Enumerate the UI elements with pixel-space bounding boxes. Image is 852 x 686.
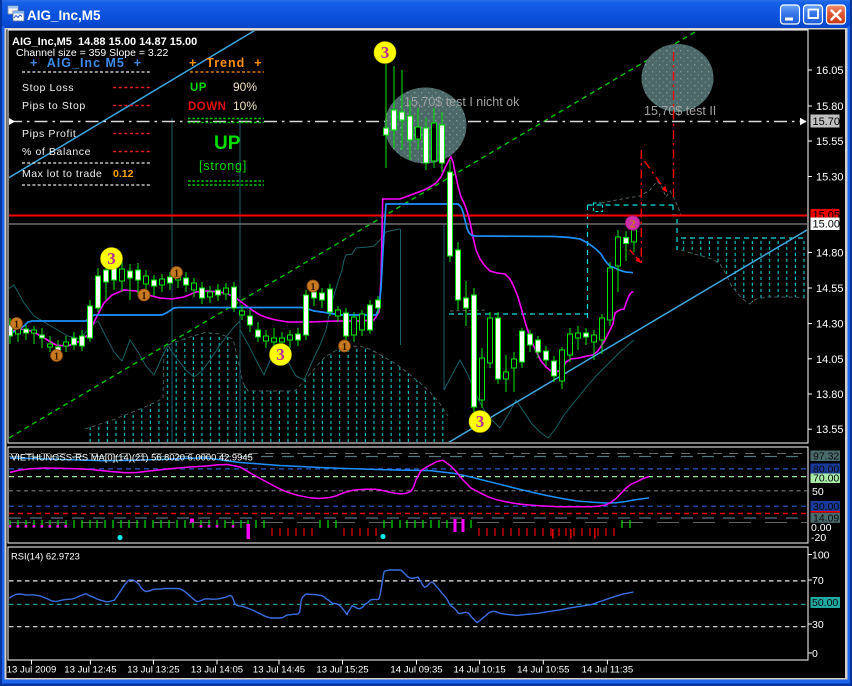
svg-text:1: 1: [342, 342, 347, 353]
svg-text:15,70$ test I nicht ok: 15,70$ test I nicht ok: [404, 95, 520, 109]
svg-text:50: 50: [812, 486, 824, 498]
svg-text:0.12: 0.12: [113, 168, 134, 180]
svg-text:14.80: 14.80: [816, 247, 844, 259]
svg-text:13 Jul 15:25: 13 Jul 15:25: [316, 665, 368, 676]
svg-text:2: 2: [630, 217, 636, 231]
svg-text:UP: UP: [214, 133, 241, 154]
svg-text:90%: 90%: [233, 80, 257, 94]
svg-text:Pips to Stop: Pips to Stop: [22, 100, 86, 112]
svg-text:10%: 10%: [233, 99, 257, 113]
svg-text:AIG_Inc,M5: AIG_Inc,M5: [27, 8, 101, 23]
svg-text:UP: UP: [190, 82, 207, 94]
svg-text:14.30: 14.30: [816, 319, 844, 331]
svg-text:16.05: 16.05: [816, 65, 844, 77]
svg-text:RSI(14) 62.9723: RSI(14) 62.9723: [11, 551, 80, 562]
svg-text:14 Jul 11:35: 14 Jul 11:35: [582, 665, 634, 676]
svg-text:3: 3: [381, 43, 390, 62]
svg-text:70.00: 70.00: [813, 473, 839, 485]
svg-text:Stop Loss: Stop Loss: [22, 82, 74, 94]
svg-text:Max lot to trade: Max lot to trade: [22, 168, 102, 180]
svg-text:3: 3: [476, 412, 485, 431]
svg-text:13 Jul 14:45: 13 Jul 14:45: [253, 665, 305, 676]
svg-text:Pips Profit: Pips Profit: [22, 128, 76, 140]
svg-text:1: 1: [14, 319, 19, 330]
svg-text:13 Jul 13:25: 13 Jul 13:25: [127, 665, 179, 676]
svg-text:13.80: 13.80: [816, 389, 844, 401]
svg-text:30: 30: [812, 619, 824, 631]
svg-text:14 Jul 09:35: 14 Jul 09:35: [390, 665, 442, 676]
svg-text:DOWN: DOWN: [188, 101, 226, 113]
svg-text:13 Jul 12:45: 13 Jul 12:45: [64, 665, 116, 676]
svg-text:3: 3: [107, 249, 116, 268]
svg-text:13 Jul 14:05: 13 Jul 14:05: [191, 665, 243, 676]
svg-text:13 Jul 2009: 13 Jul 2009: [7, 665, 57, 676]
svg-text:14.05: 14.05: [816, 354, 844, 366]
svg-text:13.55: 13.55: [816, 424, 844, 436]
svg-text:1: 1: [174, 268, 179, 279]
svg-text:50.00: 50.00: [812, 597, 838, 609]
svg-text:15.55: 15.55: [816, 136, 844, 148]
svg-text:14.55: 14.55: [816, 283, 844, 295]
svg-text:% of Balance: % of Balance: [22, 146, 91, 158]
svg-text:14 Jul 10:15: 14 Jul 10:15: [453, 665, 505, 676]
svg-text:+ AIG_Inc M5 +: + AIG_Inc M5 +: [30, 56, 142, 70]
svg-text:15.70: 15.70: [813, 116, 841, 128]
svg-text:1: 1: [142, 291, 147, 302]
svg-text:70: 70: [812, 575, 824, 587]
svg-text:[strong]: [strong]: [199, 159, 247, 173]
svg-text:1: 1: [54, 351, 59, 362]
svg-text:VIETHUNGSS-RS MA[0](14)(21) 56: VIETHUNGSS-RS MA[0](14)(21) 56.8020 6.00…: [11, 452, 253, 463]
svg-text:1: 1: [311, 282, 316, 293]
svg-text:0: 0: [812, 648, 818, 660]
svg-text:15.80: 15.80: [816, 101, 844, 113]
svg-text:15,70$ test II: 15,70$ test II: [644, 104, 716, 118]
svg-text:-20: -20: [811, 532, 826, 544]
svg-text:100: 100: [812, 550, 830, 562]
svg-text:3: 3: [276, 345, 285, 364]
svg-text:+ Trend +: + Trend +: [189, 56, 263, 70]
svg-text:14 Jul 10:55: 14 Jul 10:55: [517, 665, 569, 676]
svg-text:15.00: 15.00: [813, 219, 841, 231]
svg-text:97.32: 97.32: [813, 451, 839, 463]
svg-text:15.30: 15.30: [816, 172, 844, 184]
